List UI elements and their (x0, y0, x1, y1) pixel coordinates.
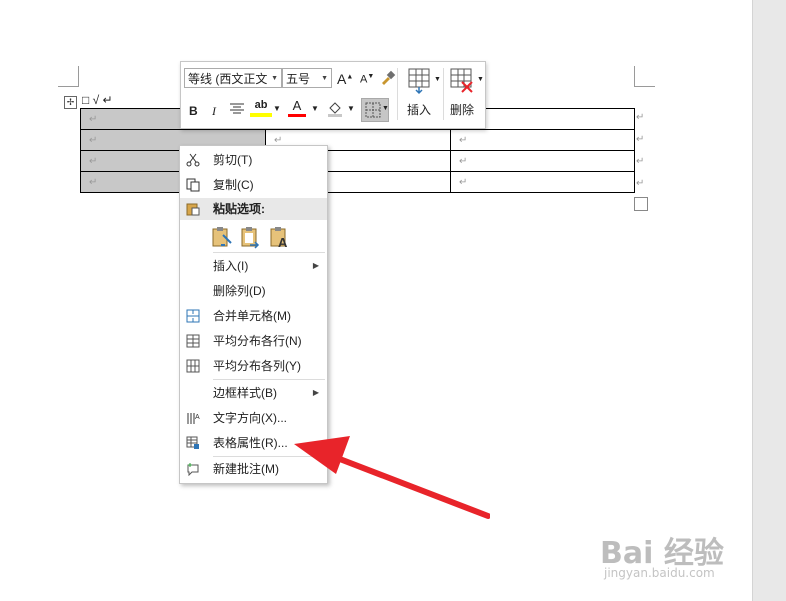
toolbar-separator (397, 68, 398, 120)
menu-item-distribute-rows[interactable]: 平均分布各行(N) (180, 330, 327, 352)
menu-item-delete-column[interactable]: 删除列(D) (180, 280, 327, 302)
table-properties-icon (186, 436, 199, 449)
mini-toolbar: 等线 (西文正文 ▼ 五号 ▼ A▲ A▼ B I ab ▼ A ▼ ▼ ▼ ▼… (180, 61, 486, 129)
submenu-arrow-icon: ▶ (312, 261, 319, 270)
insert-label[interactable]: 插入 (407, 101, 431, 118)
watermark-url: jingyan.baidu.com (604, 566, 715, 580)
paste-text-only-icon[interactable]: A (269, 225, 291, 249)
table-cell[interactable]: ↵ (450, 171, 635, 193)
table-cell[interactable]: ↵ (450, 129, 635, 151)
row-end-mark: ↵ (636, 134, 645, 145)
distribute-columns-icon (186, 359, 200, 373)
shrink-font-button[interactable]: A▼ (360, 73, 374, 86)
table-row[interactable]: ↵ ↵ ↵ (80, 129, 635, 151)
table-move-handle-icon[interactable]: ✢ (64, 96, 77, 109)
row-end-mark: ↵ (636, 112, 645, 123)
menu-item-merge-cells[interactable]: 合并单元格(M) (180, 305, 327, 327)
svg-text:A: A (195, 414, 200, 421)
grow-font-button[interactable]: A▲ (337, 71, 353, 87)
menu-item-distribute-columns[interactable]: 平均分布各列(Y) (180, 355, 327, 377)
chevron-down-icon[interactable]: ▼ (273, 104, 281, 113)
clipboard-icon (186, 203, 200, 216)
menu-item-text-direction[interactable]: A 文字方向(X)... (180, 407, 327, 429)
chevron-down-icon[interactable]: ▼ (347, 104, 355, 113)
font-name-dropdown[interactable]: 等线 (西文正文 ▼ (184, 68, 282, 88)
format-painter-icon[interactable] (379, 69, 397, 87)
row-end-mark: ↵ (636, 156, 645, 167)
font-size-value: 五号 (286, 72, 311, 86)
red-pointer-arrow-icon (294, 436, 490, 519)
chevron-down-icon[interactable]: ▼ (311, 104, 319, 113)
delete-label[interactable]: 删除 (450, 101, 474, 118)
shading-bucket-icon[interactable] (326, 100, 344, 121)
table-row[interactable]: ↵ ↵ ↵ (80, 150, 635, 172)
menu-item-copy[interactable]: 复制(C) (180, 174, 327, 196)
menu-item-insert[interactable]: 插入(I) ▶ (180, 255, 327, 277)
checkbox-check-text: □ √ ↵ (82, 93, 113, 107)
paste-keep-format-icon[interactable] (211, 225, 233, 249)
menu-item-cut[interactable]: 剪切(T) (180, 149, 327, 171)
merge-cells-icon (186, 309, 200, 323)
menu-separator (213, 379, 325, 380)
italic-button[interactable]: I (212, 104, 216, 119)
font-color-button[interactable]: A (288, 99, 306, 117)
bold-button[interactable]: B (189, 104, 198, 118)
highlight-button[interactable]: ab (250, 99, 272, 117)
insert-table-icon[interactable] (406, 67, 436, 98)
delete-table-icon[interactable] (449, 67, 479, 98)
chevron-down-icon[interactable]: ▼ (434, 76, 441, 83)
crop-mark-top-right (634, 66, 655, 87)
table-resize-handle[interactable] (634, 197, 648, 211)
menu-item-border-styles[interactable]: 边框样式(B) ▶ (180, 382, 327, 404)
chevron-down-icon: ▼ (271, 75, 278, 82)
toolbar-separator (443, 68, 444, 120)
font-size-dropdown[interactable]: 五号 ▼ (282, 68, 332, 88)
right-gray-pane (752, 0, 786, 601)
row-end-mark: ↵ (636, 178, 645, 189)
chevron-down-icon: ▼ (321, 75, 328, 82)
borders-button[interactable]: ▼ (361, 98, 389, 122)
scissors-icon (186, 153, 200, 167)
center-align-icon[interactable] (229, 103, 245, 118)
font-name-value: 等线 (西文正文 (188, 72, 268, 86)
submenu-arrow-icon: ▶ (312, 388, 319, 397)
table-cell[interactable]: ↵ (450, 150, 635, 172)
paste-merge-format-icon[interactable] (240, 225, 262, 249)
text-direction-icon: A (187, 413, 200, 424)
new-comment-icon (187, 463, 199, 476)
copy-icon (186, 178, 200, 192)
menu-header-paste-options: 粘贴选项: (180, 198, 327, 220)
chevron-down-icon[interactable]: ▼ (477, 76, 484, 83)
svg-text:A: A (278, 235, 288, 249)
table-row[interactable]: ↵ ↵ ↵ (80, 171, 635, 193)
menu-separator (213, 252, 325, 253)
crop-mark-top-left (58, 66, 79, 87)
distribute-rows-icon (186, 334, 200, 348)
